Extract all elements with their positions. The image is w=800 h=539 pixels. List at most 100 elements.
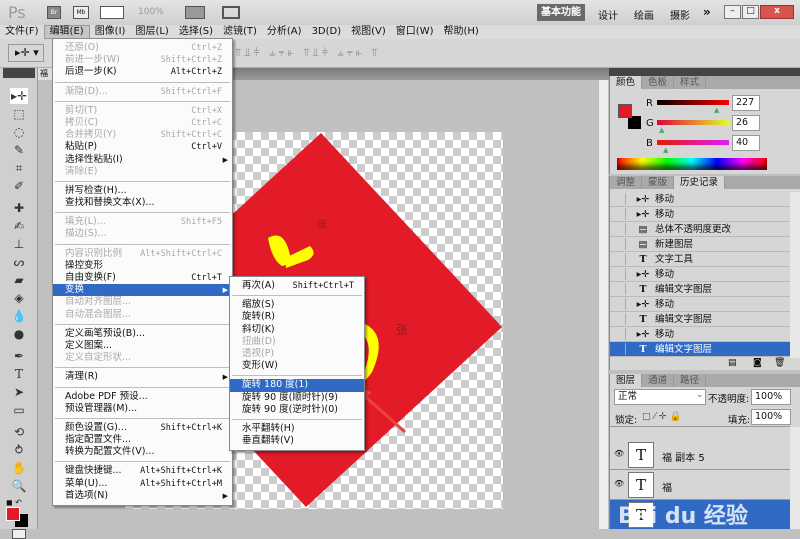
opacity-label: 不透明度: (708, 394, 750, 405)
snapshot-source-box[interactable] (612, 298, 626, 310)
menu-item[interactable]: 旋转 180 度(1) (230, 379, 364, 392)
menu-item-label: 旋转 180 度(1) (242, 379, 309, 391)
menu-item[interactable]: 预设管理器(M)... (53, 403, 232, 415)
tab-adjustments[interactable]: 调整 (610, 176, 643, 189)
menu-item[interactable]: 旋转 90 度(逆时针)(0) (230, 404, 364, 416)
g-slider[interactable] (657, 120, 729, 125)
new-document-from-state-icon[interactable]: ▤ (728, 358, 737, 368)
layer-row[interactable]: 👁 T 福 副本 5 (610, 440, 790, 470)
menu-item[interactable]: 粘贴(P) Ctrl+V (53, 141, 232, 153)
layer-row-partial[interactable] (610, 411, 790, 427)
menu-item[interactable]: 旋转(R) (230, 311, 364, 323)
menu-item[interactable]: 后退一步(K) Alt+Ctrl+Z (53, 66, 232, 78)
snapshot-source-box[interactable] (612, 283, 626, 295)
snapshot-source-box[interactable] (612, 313, 626, 325)
delete-state-icon[interactable]: 🗑 (774, 358, 785, 368)
move-icon: ▸✛ (636, 194, 650, 205)
tab-swatches[interactable]: 色板 (642, 76, 675, 89)
layer-row[interactable]: 👁 T 福 (610, 470, 790, 500)
snapshot-source-box[interactable] (612, 208, 626, 220)
quick-mask-icon[interactable] (12, 529, 26, 539)
canvas-vertical-scrollbar[interactable] (598, 80, 608, 529)
snapshot-source-box[interactable] (612, 328, 626, 340)
layers-scrollbar[interactable] (790, 427, 800, 529)
menu-item[interactable]: 定义图案... (53, 340, 232, 352)
menu-item[interactable]: 操控变形 (53, 260, 232, 272)
tab-styles[interactable]: 样式 (674, 76, 707, 89)
menu-item[interactable]: 自由变换(F) Ctrl+T (53, 272, 232, 284)
menu-item[interactable]: 缩放(S) (230, 299, 364, 311)
menu-item-shortcut: Alt+Shift+Ctrl+K (140, 466, 222, 477)
history-state-label: 移动 (655, 299, 675, 310)
history-state[interactable]: ▸✛ 移动 (610, 267, 790, 282)
b-slider[interactable] (657, 140, 729, 145)
tab-paths[interactable]: 路径 (674, 374, 707, 387)
menu-item[interactable]: 指定配置文件... (53, 434, 232, 446)
menu-item[interactable]: 垂直翻转(V) (230, 435, 364, 447)
panel-dock-header[interactable] (609, 68, 800, 76)
menu-item-shortcut: Shift+F5 (181, 217, 222, 228)
menu-item[interactable]: 水平翻转(H) (230, 423, 364, 435)
eye-icon[interactable]: 👁 (614, 479, 624, 488)
history-state[interactable]: ▸✛ 移动 (610, 192, 790, 207)
menu-item[interactable]: 菜单(U)... Alt+Shift+Ctrl+M (53, 478, 232, 490)
g-slider-thumb[interactable]: ▲ (659, 126, 664, 134)
menu-item[interactable]: 键盘快捷键... Alt+Shift+Ctrl+K (53, 465, 232, 477)
menu-item[interactable]: Adobe PDF 预设... (53, 391, 232, 403)
tab-masks[interactable]: 蒙版 (642, 176, 675, 189)
menu-item[interactable]: 再次(A) Shift+Ctrl+T (230, 280, 364, 292)
new-snapshot-icon[interactable]: ◙ (753, 358, 762, 368)
snapshot-source-box[interactable] (612, 193, 626, 205)
history-state[interactable]: ▸✛ 移动 (610, 207, 790, 222)
snapshot-source-box[interactable] (612, 268, 626, 280)
history-state[interactable]: ▸✛ 移动 (610, 297, 790, 312)
history-state[interactable]: ▤ 总体不透明度更改 (610, 222, 790, 237)
menu-item-label: 颜色设置(G)... (65, 421, 127, 433)
history-state[interactable]: T 编辑文字图层 (610, 282, 790, 297)
menu-separator (55, 367, 230, 369)
r-slider[interactable] (657, 100, 729, 105)
menu-item[interactable]: 拼写检查(H)... (53, 185, 232, 197)
snapshot-source-box[interactable] (612, 253, 626, 265)
foreground-color-swatch[interactable] (618, 104, 632, 118)
menu-item[interactable]: 首选项(N) ▶ (53, 490, 232, 502)
eye-icon[interactable]: 👁 (614, 449, 624, 458)
menu-item[interactable]: 选择性粘贴(I) ▶ (53, 154, 232, 166)
menu-item-shortcut: Ctrl+V (191, 142, 222, 153)
menu-item[interactable]: 定义画笔预设(B)... (53, 328, 232, 340)
g-value-input[interactable]: 26 (732, 115, 760, 131)
menu-item[interactable]: 清理(R) ▶ (53, 371, 232, 383)
menu-item[interactable]: 颜色设置(G)... Shift+Ctrl+K (53, 422, 232, 434)
menu-item[interactable]: 查找和替换文本(X)... (53, 197, 232, 209)
menu-separator (55, 243, 230, 245)
b-value-input[interactable]: 40 (732, 135, 760, 151)
r-value-input[interactable]: 227 (732, 95, 760, 111)
text-layer-thumbnail: T (628, 442, 654, 468)
r-slider-thumb[interactable]: ▲ (714, 106, 719, 114)
menu-item[interactable]: 旋转 90 度(顺时针)(9) (230, 392, 364, 404)
transform-submenu: 再次(A) Shift+Ctrl+T 缩放(S) 旋转(R) 斜切(K) 扭曲(D) 透视(… (229, 276, 365, 452)
menu-item: 扭曲(D) (230, 336, 364, 348)
history-state[interactable]: T 编辑文字图层 (610, 312, 790, 327)
menu-item[interactable]: 斜切(K) (230, 324, 364, 336)
history-scrollbar[interactable] (790, 192, 800, 358)
menu-item[interactable]: 变形(W) (230, 360, 364, 372)
menu-item[interactable]: 转换为配置文件(V)... (53, 446, 232, 458)
snapshot-source-box[interactable] (612, 343, 626, 355)
blend-mode-select[interactable]: 正常 (614, 389, 706, 405)
history-state[interactable]: T 文字工具 (610, 252, 790, 267)
tab-layers[interactable]: 图层 (610, 374, 643, 387)
b-slider-thumb[interactable]: ▲ (663, 146, 668, 154)
color-ramp[interactable] (617, 158, 767, 170)
opacity-input[interactable]: 100% (751, 389, 791, 405)
history-state[interactable]: ▸✛ 移动 (610, 327, 790, 342)
tab-channels[interactable]: 通道 (642, 374, 675, 387)
snapshot-source-box[interactable] (612, 238, 626, 250)
menu-item[interactable]: 变换 ▶ (53, 284, 232, 297)
menu-item-label: 还原(O) (65, 42, 99, 53)
snapshot-source-box[interactable] (612, 223, 626, 235)
history-state[interactable]: T 编辑文字图层 (610, 342, 790, 357)
tab-history[interactable]: 历史记录 (674, 176, 726, 189)
history-state[interactable]: ▤ 新建图层 (610, 237, 790, 252)
tab-color[interactable]: 颜色 (610, 76, 643, 89)
